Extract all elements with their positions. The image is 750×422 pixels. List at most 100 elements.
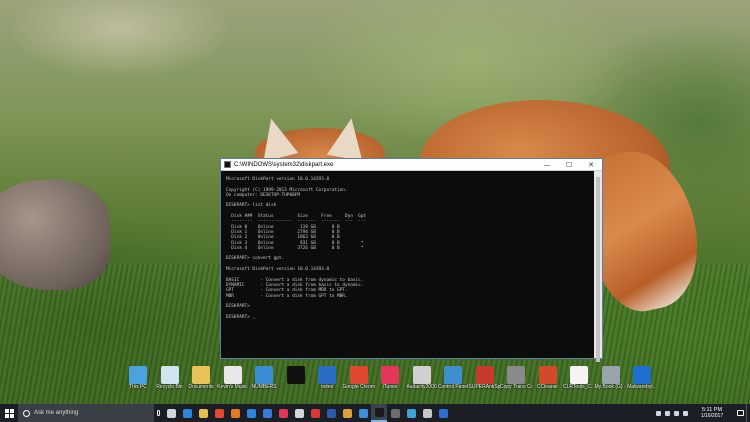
shortcut-icon: [412, 366, 431, 384]
shortcut-icon: [633, 366, 651, 384]
shortcut-icon: [192, 366, 210, 384]
taskbar-app-button[interactable]: [419, 404, 435, 422]
console-titlebar[interactable]: C:\WINDOWS\system32\diskpart.exe — ☐ ✕: [221, 159, 602, 171]
shortcut-label: CLRTools_C...: [563, 384, 595, 390]
desktop-shortcut[interactable]: Recycle Bin: [154, 366, 186, 404]
shortcut-icon: [570, 366, 588, 384]
show-hidden-icons-icon[interactable]: [654, 404, 663, 422]
scrollbar-thumb[interactable]: [596, 177, 600, 362]
taskbar-app-button[interactable]: [259, 404, 275, 422]
desktop-shortcut[interactable]: iTunes: [374, 366, 406, 404]
taskbar-app-button[interactable]: [403, 404, 419, 422]
shortcut-label: Audacity2000: [406, 384, 437, 390]
system-tray: 5:11 PM 1/16/2017: [654, 404, 750, 422]
desktop-shortcut[interactable]: Google Chrome: [343, 366, 375, 404]
photos-icon: [358, 408, 368, 418]
taskbar-app-button[interactable]: [163, 404, 179, 422]
taskbar-apps: [163, 404, 451, 422]
desktop-shortcut[interactable]: Control Panel: [437, 366, 469, 404]
desktop-shortcut[interactable]: CLRTools_C...: [563, 366, 595, 404]
file-explorer-icon: [198, 408, 208, 418]
console-app-icon: [224, 161, 231, 168]
network-app-icon: [406, 408, 416, 418]
paint-icon: [342, 408, 352, 418]
diskpart-console-window[interactable]: C:\WINDOWS\system32\diskpart.exe — ☐ ✕ M…: [220, 158, 603, 362]
mail-icon: [262, 408, 272, 418]
search-box[interactable]: Ask me anything: [18, 404, 154, 422]
desktop-shortcut[interactable]: Kevin's Music: [217, 366, 249, 404]
wallpaper-rock: [0, 180, 110, 290]
console-scrollbar[interactable]: [594, 171, 602, 362]
taskbar-app-button[interactable]: [323, 404, 339, 422]
shortcut-icon: [349, 366, 368, 384]
calculator-icon: [390, 408, 400, 418]
shortcut-label: This PC: [129, 384, 147, 390]
shortcut-label: iTunes: [382, 384, 398, 390]
music-app-icon: [422, 408, 432, 418]
taskbar-app-button[interactable]: [307, 404, 323, 422]
taskbar-app-button[interactable]: [339, 404, 355, 422]
taskbar-app-button[interactable]: [275, 404, 291, 422]
minimize-button[interactable]: —: [536, 159, 558, 171]
desktop-shortcut[interactable]: Documents: [185, 366, 217, 404]
desktop-shortcut[interactable]: This PC: [122, 366, 154, 404]
edge-icon: [182, 408, 192, 418]
settings-icon: [294, 408, 304, 418]
shortcut-icon: [444, 366, 462, 384]
shortcut-label: Recycle Bin: [156, 384, 183, 390]
shortcut-label: SUPERAntiSpy Free Edition: [468, 384, 501, 390]
desktop-shortcut[interactable]: NUMBERS: [248, 366, 280, 404]
taskbar: Ask me anything 5:11 PM 1/16/2017: [0, 404, 750, 422]
taskbar-app-button[interactable]: [243, 404, 259, 422]
taskbar-app-button[interactable]: [179, 404, 195, 422]
close-button[interactable]: ✕: [580, 159, 602, 171]
tray-app-icon[interactable]: [681, 404, 690, 422]
shortcut-label: Control Panel: [437, 384, 469, 390]
microphone-icon[interactable]: [154, 404, 163, 422]
shortcut-icon: [601, 366, 620, 384]
desktop-shortcut[interactable]: notes: [311, 366, 343, 404]
desktop-shortcut[interactable]: My Book (G) - Shortcut: [595, 366, 627, 404]
shortcut-label: Kevin's Music: [217, 384, 248, 390]
taskbar-app-button[interactable]: [387, 404, 403, 422]
desktop-shortcut[interactable]: [280, 366, 312, 404]
taskbar-app-button[interactable]: [195, 404, 211, 422]
volume-icon[interactable]: [672, 404, 681, 422]
desktop-shortcut[interactable]: Copy Trans Control...: [500, 366, 532, 404]
action-center-icon[interactable]: [734, 404, 746, 422]
desktop-shortcut[interactable]: Malwarebyt...: [626, 366, 658, 404]
shortcut-icon: [223, 366, 242, 384]
shortcut-label: My Book (G) - Shortcut: [594, 384, 627, 390]
clock-date: 1/16/2017: [700, 413, 724, 419]
taskbar-app-button[interactable]: [291, 404, 307, 422]
shortcut-label: Documents: [188, 384, 214, 390]
shortcut-icon: [381, 366, 399, 384]
console-output[interactable]: Microsoft DiskPart version 10.0.14393.0 …: [221, 171, 594, 358]
desktop-shortcut[interactable]: CCleaner: [532, 366, 564, 404]
start-button[interactable]: [0, 404, 18, 422]
media-player-icon: [278, 408, 288, 418]
app-red-icon: [310, 408, 320, 418]
cortana-icon: [23, 409, 30, 417]
maximize-button[interactable]: ☐: [558, 159, 580, 171]
shortcut-icon: [475, 366, 494, 384]
shortcut-icon: [255, 366, 273, 384]
taskbar-app-button[interactable]: [371, 404, 387, 422]
shortcut-icon: [160, 366, 179, 384]
show-desktop-button[interactable]: [746, 404, 750, 422]
clock[interactable]: 5:11 PM 1/16/2017: [690, 407, 734, 419]
taskbar-app-button[interactable]: [355, 404, 371, 422]
taskbar-app-button[interactable]: [211, 404, 227, 422]
word-icon: [326, 408, 336, 418]
console-title: C:\WINDOWS\system32\diskpart.exe: [234, 161, 334, 168]
network-icon[interactable]: [663, 404, 672, 422]
text-cursor: _: [252, 314, 256, 320]
desktop-shortcut[interactable]: Audacity2000: [406, 366, 438, 404]
desktop-shortcut[interactable]: SUPERAntiSpy Free Edition: [469, 366, 501, 404]
wallpaper-fox-ear: [326, 115, 370, 161]
windows-logo-icon: [4, 408, 14, 418]
taskbar-app-button[interactable]: [227, 404, 243, 422]
shortcut-label: CCleaner: [536, 384, 559, 390]
taskbar-app-button[interactable]: [435, 404, 451, 422]
shortcut-icon: [318, 366, 336, 384]
